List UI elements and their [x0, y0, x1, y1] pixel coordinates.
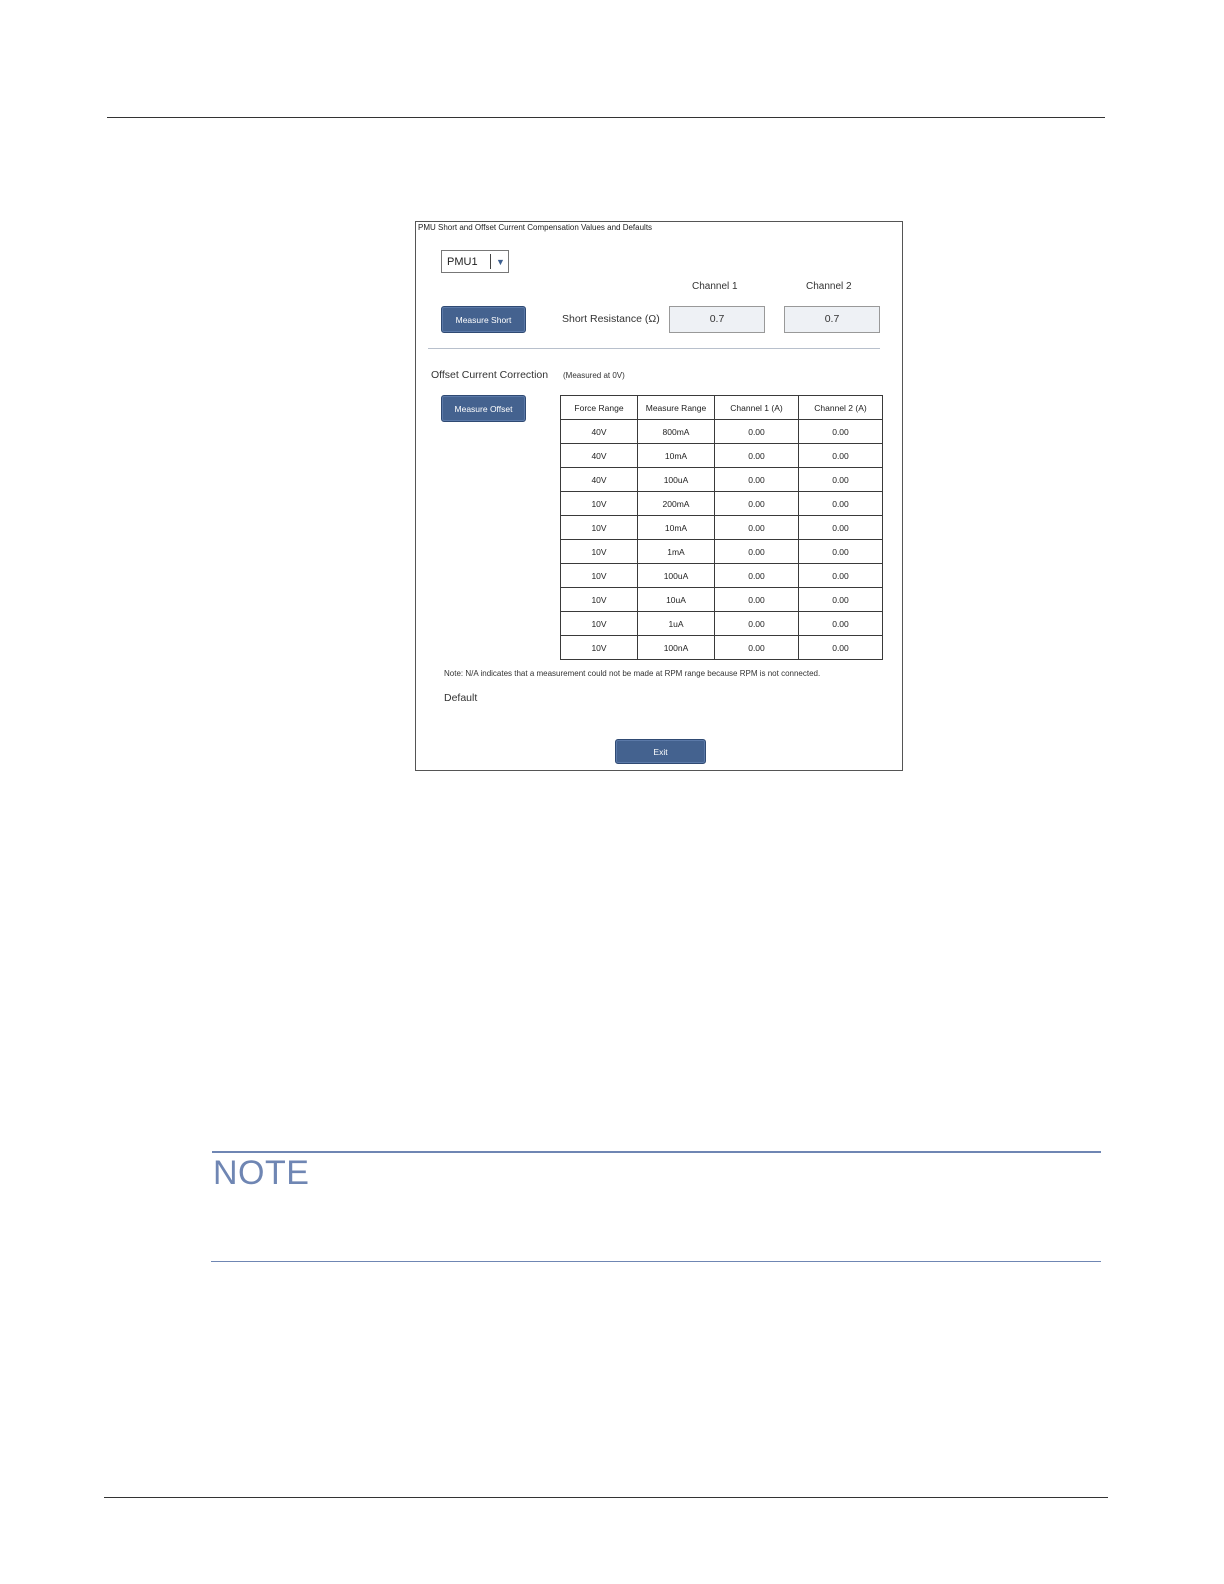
table-cell: 1mA: [637, 539, 715, 564]
table-cell: 10V: [560, 635, 638, 660]
table-cell: 0.00: [798, 515, 883, 540]
col-measure-range: Measure Range: [637, 395, 715, 420]
table-cell: 10mA: [637, 443, 715, 468]
table-cell: 0.00: [714, 467, 799, 492]
table-cell: 0.00: [714, 539, 799, 564]
section-divider: [428, 348, 880, 349]
table-cell: 10V: [560, 515, 638, 540]
table-cell: 0.00: [798, 563, 883, 588]
col-channel-2: Channel 2 (A): [798, 395, 883, 420]
footer-rule: [104, 1497, 1108, 1498]
offset-table: Force Range Measure Range Channel 1 (A) …: [560, 395, 883, 660]
table-row: 40V 800mA 0.00 0.00: [560, 419, 883, 444]
short-resistance-ch1-field[interactable]: 0.7: [669, 306, 765, 333]
offset-section-label: Offset Current Correction: [431, 369, 549, 381]
table-cell: 0.00: [714, 443, 799, 468]
table-cell: 10mA: [637, 515, 715, 540]
col-channel-1: Channel 1 (A): [714, 395, 799, 420]
table-cell: 200mA: [637, 491, 715, 516]
table-cell: 0.00: [798, 587, 883, 612]
table-cell: 0.00: [798, 467, 883, 492]
note-title: NOTE: [213, 1154, 310, 1192]
table-cell: 0.00: [714, 611, 799, 636]
table-row: 10V 100uA 0.00 0.00: [560, 563, 883, 588]
table-cell: 40V: [560, 443, 638, 468]
table-row: 10V 10uA 0.00 0.00: [560, 587, 883, 612]
table-row: 10V 10mA 0.00 0.00: [560, 515, 883, 540]
table-cell: 0.00: [714, 419, 799, 444]
table-cell: 0.00: [798, 635, 883, 660]
table-footnote: Note: N/A indicates that a measurement c…: [444, 669, 821, 678]
chevron-down-icon[interactable]: ▼: [496, 256, 505, 268]
header-rule: [107, 117, 1105, 118]
table-cell: 100nA: [637, 635, 715, 660]
col-force-range: Force Range: [560, 395, 638, 420]
channel-1-header: Channel 1: [692, 281, 738, 292]
short-resistance-label: Short Resistance (Ω): [562, 313, 660, 325]
table-row: 10V 200mA 0.00 0.00: [560, 491, 883, 516]
table-cell: 10V: [560, 491, 638, 516]
note-rule-top: [212, 1151, 1101, 1153]
select-separator: [490, 254, 491, 269]
table-cell: 0.00: [714, 491, 799, 516]
table-cell: 0.00: [798, 443, 883, 468]
measure-offset-label: Measure Offset: [454, 403, 513, 414]
table-row: 40V 10mA 0.00 0.00: [560, 443, 883, 468]
table-cell: 0.00: [714, 635, 799, 660]
pmu-select-value: PMU1: [447, 256, 478, 268]
table-cell: 0.00: [714, 587, 799, 612]
table-cell: 40V: [560, 419, 638, 444]
table-row: 10V 1mA 0.00 0.00: [560, 539, 883, 564]
table-cell: 10V: [560, 587, 638, 612]
table-cell: 100uA: [637, 467, 715, 492]
table-cell: 10uA: [637, 587, 715, 612]
channel-2-header: Channel 2: [806, 281, 852, 292]
table-cell: 0.00: [798, 491, 883, 516]
dialog-title: PMU Short and Offset Current Compensatio…: [418, 223, 653, 232]
measure-short-label: Measure Short: [455, 314, 512, 325]
table-cell: 0.00: [798, 419, 883, 444]
exit-button[interactable]: Exit: [615, 739, 706, 764]
short-resistance-ch2-field[interactable]: 0.7: [784, 306, 880, 333]
table-cell: 0.00: [798, 539, 883, 564]
note-rule-bottom: [211, 1261, 1101, 1262]
table-cell: 800mA: [637, 419, 715, 444]
table-cell: 10V: [560, 563, 638, 588]
pmu-select[interactable]: PMU1 ▼: [441, 250, 509, 273]
table-cell: 0.00: [714, 563, 799, 588]
table-cell: 100uA: [637, 563, 715, 588]
exit-label: Exit: [653, 746, 668, 757]
table-row: 10V 1uA 0.00 0.00: [560, 611, 883, 636]
table-cell: 10V: [560, 611, 638, 636]
measure-offset-button[interactable]: Measure Offset: [441, 395, 526, 422]
table-cell: 40V: [560, 467, 638, 492]
measure-short-button[interactable]: Measure Short: [441, 306, 526, 333]
table-cell: 1uA: [637, 611, 715, 636]
table-cell: 0.00: [798, 611, 883, 636]
table-header-row: Force Range Measure Range Channel 1 (A) …: [560, 395, 883, 420]
offset-section-note: (Measured at 0V): [563, 371, 625, 380]
table-cell: 0.00: [714, 515, 799, 540]
table-row: 40V 100uA 0.00 0.00: [560, 467, 883, 492]
default-link[interactable]: Default: [444, 692, 477, 704]
compensation-dialog: PMU Short and Offset Current Compensatio…: [415, 221, 903, 771]
table-row: 10V 100nA 0.00 0.00: [560, 635, 883, 660]
table-cell: 10V: [560, 539, 638, 564]
